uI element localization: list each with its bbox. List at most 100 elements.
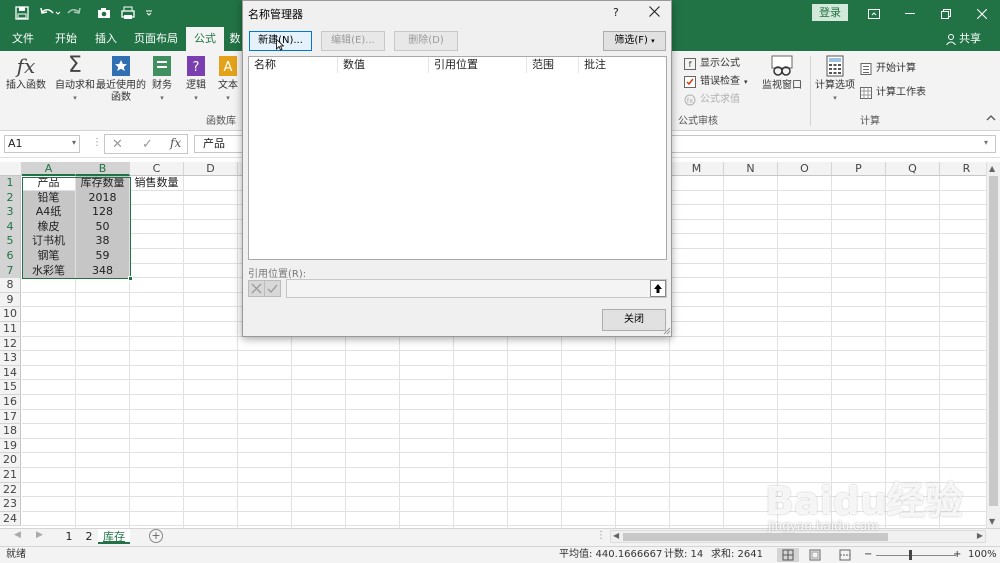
scroll-up-icon[interactable]: ▲ — [989, 164, 995, 173]
undo-icon[interactable] — [36, 4, 64, 22]
calculate-sheet-button[interactable]: 计算工作表 — [860, 85, 926, 101]
col-header-name[interactable]: 名称 — [249, 57, 338, 73]
error-checking-button[interactable]: 错误检查 ▾ — [684, 74, 748, 90]
row-header-23[interactable]: 23 — [0, 497, 21, 512]
share-button[interactable]: 共享 — [946, 27, 981, 51]
name-box[interactable]: A1 — [4, 135, 80, 153]
zoom-slider-thumb[interactable] — [909, 550, 912, 560]
row-header-2[interactable]: 2 — [0, 190, 21, 206]
zoom-level[interactable]: 100% — [968, 547, 997, 563]
confirm-ref-icon[interactable] — [264, 280, 281, 297]
column-header-m[interactable]: M — [670, 162, 724, 176]
page-break-view-icon[interactable] — [838, 548, 852, 562]
row-header-18[interactable]: 18 — [0, 424, 21, 439]
tab-data[interactable]: 数 — [228, 27, 242, 51]
insert-function-button[interactable]: fx 插入函数 — [4, 54, 48, 92]
tab-page-layout[interactable]: 页面布局 — [130, 27, 182, 51]
zoom-slider[interactable] — [876, 555, 956, 556]
print-preview-icon[interactable] — [118, 4, 138, 22]
close-window-icon[interactable] — [964, 0, 1000, 27]
row-header-7[interactable]: 7 — [0, 263, 21, 279]
row-header-13[interactable]: 13 — [0, 351, 21, 366]
tab-home[interactable]: 开始 — [48, 27, 84, 51]
names-list[interactable]: 名称 数值 引用位置 范围 批注 — [248, 56, 667, 260]
row-header-1[interactable]: 1 — [0, 176, 21, 191]
collapse-dialog-icon[interactable] — [650, 280, 666, 297]
sheet-tab-1[interactable]: 1 — [60, 529, 78, 544]
calculate-now-button[interactable]: 开始计算 — [860, 61, 916, 77]
scroll-right-icon[interactable]: ▶ — [977, 531, 983, 540]
name-box-dropdown-icon[interactable]: ▾ — [72, 138, 76, 147]
col-header-scope[interactable]: 范围 — [527, 57, 579, 73]
tab-split-handle-icon[interactable]: ⋮ — [596, 530, 606, 541]
cancel-ref-icon[interactable] — [248, 280, 265, 297]
filter-button[interactable]: 筛选(F) ▾ — [603, 31, 666, 51]
column-header-o[interactable]: O — [778, 162, 832, 176]
minimize-icon[interactable] — [892, 0, 928, 27]
camera-icon[interactable] — [94, 4, 114, 22]
scroll-left-icon[interactable]: ◀ — [613, 531, 619, 540]
fill-handle[interactable] — [128, 276, 133, 281]
row-header-3[interactable]: 3 — [0, 205, 21, 220]
calculation-options-button[interactable]: 计算选项 ▾ — [814, 54, 856, 104]
edit-name-button[interactable]: 编辑(E)... — [321, 31, 385, 51]
zoom-out-icon[interactable]: − — [864, 547, 872, 563]
column-header-d[interactable]: D — [184, 162, 238, 176]
evaluate-formula-button[interactable]: fx 公式求值 — [684, 92, 740, 108]
confirm-entry-icon[interactable]: ✓ — [142, 137, 153, 152]
row-header-22[interactable]: 22 — [0, 482, 21, 498]
row-header-4[interactable]: 4 — [0, 219, 21, 235]
horizontal-scroll-thumb[interactable] — [623, 533, 888, 541]
add-sheet-icon[interactable]: + — [149, 529, 163, 543]
column-header-r[interactable]: R — [940, 162, 986, 176]
watch-window-button[interactable]: 监视窗口 — [758, 54, 806, 92]
vertical-scrollbar[interactable]: ▲ ▼ — [986, 162, 1000, 528]
login-button[interactable]: 登录 — [812, 4, 848, 21]
row-header-14[interactable]: 14 — [0, 365, 21, 381]
financial-button[interactable]: 财务 ▾ — [148, 54, 176, 104]
close-dialog-button[interactable]: 关闭 — [602, 309, 666, 331]
refers-to-input[interactable] — [286, 279, 667, 298]
show-formulas-button[interactable]: f 显示公式 — [684, 56, 740, 72]
row-header-10[interactable]: 10 — [0, 307, 21, 322]
row-header-6[interactable]: 6 — [0, 249, 21, 264]
restore-icon[interactable] — [928, 0, 964, 27]
expand-formula-bar-icon[interactable]: ▾ — [984, 138, 988, 147]
logical-button[interactable]: ? 逻辑 ▾ — [182, 54, 210, 104]
row-header-20[interactable]: 20 — [0, 453, 21, 468]
row-header-9[interactable]: 9 — [0, 292, 21, 308]
row-header-8[interactable]: 8 — [0, 278, 21, 293]
row-header-24[interactable]: 24 — [0, 511, 21, 527]
autosum-button[interactable]: Σ 自动求和 ▾ — [54, 54, 96, 104]
row-header-19[interactable]: 19 — [0, 438, 21, 454]
dialog-close-icon[interactable] — [649, 6, 660, 17]
column-header-n[interactable]: N — [724, 162, 778, 176]
row-header-17[interactable]: 17 — [0, 409, 21, 425]
zoom-in-icon[interactable]: + — [953, 547, 961, 563]
vertical-scroll-thumb[interactable] — [989, 176, 998, 506]
cell-c1[interactable]: 销售数量 — [130, 176, 183, 191]
ribbon-display-options-icon[interactable] — [856, 0, 892, 27]
sheet-tab-inventory[interactable]: 库存 — [98, 529, 130, 544]
row-header-21[interactable]: 21 — [0, 468, 21, 483]
tab-file[interactable]: 文件 — [6, 27, 40, 51]
row-header-12[interactable]: 12 — [0, 336, 21, 352]
col-header-comment[interactable]: 批注 — [579, 57, 668, 73]
prev-sheet-icon[interactable]: ◀ — [14, 530, 21, 540]
normal-view-icon[interactable] — [777, 548, 799, 562]
tab-insert[interactable]: 插入 — [88, 27, 124, 51]
scroll-down-icon[interactable]: ▼ — [989, 517, 995, 526]
save-icon[interactable] — [12, 4, 32, 22]
tab-formulas[interactable]: 公式 — [186, 27, 224, 51]
sheet-tab-2[interactable]: 2 — [80, 529, 98, 544]
page-layout-view-icon[interactable] — [808, 548, 822, 562]
select-all-corner[interactable] — [0, 162, 22, 176]
col-header-refers-to[interactable]: 引用位置 — [429, 57, 527, 73]
column-header-a[interactable]: A — [22, 162, 76, 176]
row-header-11[interactable]: 11 — [0, 322, 21, 337]
dialog-help-icon[interactable]: ? — [613, 6, 619, 19]
row-header-5[interactable]: 5 — [0, 234, 21, 249]
row-header-16[interactable]: 16 — [0, 395, 21, 410]
column-header-c[interactable]: C — [130, 162, 184, 176]
resize-grip-icon[interactable] — [663, 327, 671, 335]
